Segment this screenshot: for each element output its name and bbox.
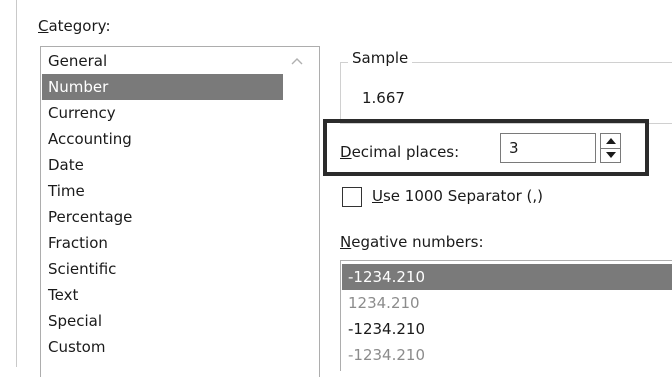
negative-numbers-list[interactable]: -1234.210 1234.210 -1234.210 -1234.210 <box>340 260 672 371</box>
category-item-fraction[interactable]: Fraction <box>42 230 283 256</box>
category-item-date[interactable]: Date <box>42 152 283 178</box>
use-1000-separator-label[interactable]: Use 1000 Separator (,) <box>372 187 543 205</box>
negative-format-item[interactable]: -1234.210 <box>342 316 672 342</box>
scroll-up-icon[interactable] <box>287 53 307 69</box>
decimal-places-label: Decimal places: <box>340 143 460 161</box>
category-item-percentage[interactable]: Percentage <box>42 204 283 230</box>
category-label: Category: <box>38 17 111 35</box>
category-item-special[interactable]: Special <box>42 308 283 334</box>
negative-format-item[interactable]: -1234.210 <box>342 264 672 290</box>
negative-numbers-label: Negative numbers: <box>340 233 484 251</box>
category-item-number[interactable]: Number <box>42 74 283 100</box>
sample-legend: Sample <box>348 49 413 67</box>
spin-down-icon[interactable] <box>601 148 620 162</box>
category-item-time[interactable]: Time <box>42 178 283 204</box>
negative-format-item[interactable]: -1234.210 <box>342 342 672 368</box>
negative-format-item[interactable]: 1234.210 <box>342 290 672 316</box>
decimal-places-input[interactable] <box>500 133 596 163</box>
category-item-custom[interactable]: Custom <box>42 334 283 360</box>
category-item-accounting[interactable]: Accounting <box>42 126 283 152</box>
category-item-currency[interactable]: Currency <box>42 100 283 126</box>
use-1000-separator-checkbox[interactable] <box>342 187 362 207</box>
category-list[interactable]: General Number Currency Accounting Date … <box>40 46 320 377</box>
decimal-places-spinner[interactable] <box>600 133 621 163</box>
spin-up-icon[interactable] <box>601 134 620 149</box>
category-item-text[interactable]: Text <box>42 282 283 308</box>
dialog-left-edge <box>16 0 17 367</box>
category-item-general[interactable]: General <box>42 48 283 74</box>
sample-value: 1.667 <box>362 89 405 107</box>
category-item-scientific[interactable]: Scientific <box>42 256 283 282</box>
